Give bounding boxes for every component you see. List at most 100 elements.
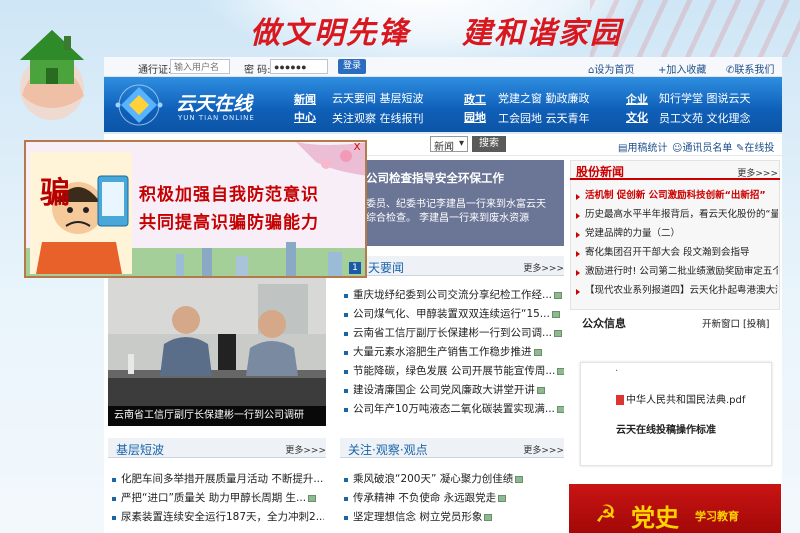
image-icon (551, 310, 560, 318)
list-item[interactable]: 寄化集团召开干部大会 段文瀚到会指导 (576, 243, 778, 262)
password-label: 密 码: (244, 65, 271, 76)
image-icon (484, 513, 493, 521)
list-item[interactable]: 活机制 促创新 公司激励科技创新“出新招” (576, 186, 778, 205)
list-item[interactable]: 节能降碳，绿色发展 公司开展节能宣传周... (344, 362, 564, 381)
image-icon (556, 405, 564, 413)
nav-politics-head-1[interactable]: 政工 (464, 91, 486, 107)
nav-culture-head-1[interactable]: 企业 (626, 91, 648, 107)
nav-news-head-1[interactable]: 新闻 (294, 91, 316, 107)
feature-text-1: 委员、纪委书记李建昌一行来到水富云天 (366, 199, 546, 210)
pdf-link[interactable]: 中华人民共和国民法典.pdf (616, 391, 745, 406)
list-item[interactable]: 激励进行时! 公司第二批业绩激励奖励审定五个新... (576, 262, 778, 281)
login-button[interactable]: 登录 (338, 59, 366, 74)
username-label: 通行证: (138, 65, 172, 76)
guanzhu-title[interactable]: 关注·观察·观点 (348, 441, 428, 458)
news-photo[interactable]: 云南省工信厅副厅长保建彬一行到公司调研 (108, 274, 326, 426)
public-info-new-window-link[interactable]: 开新窗口 [投稿] (702, 316, 769, 330)
correspondent-list-link[interactable]: ☺通讯员名单 (672, 139, 732, 154)
list-item[interactable]: 【现代农业系列报道四】云天化扑起粤港澳大湾区... (576, 281, 778, 300)
jiceng-title[interactable]: 基层短波 (116, 441, 164, 458)
guanzhu-more-link[interactable]: 更多>>> (523, 443, 564, 456)
list-item[interactable]: 严把“进口”质量关 助力甲醇长周期 生... (112, 489, 324, 508)
image-icon (308, 494, 317, 502)
nav-culture-row-1[interactable]: 知行学堂 图说云天 (659, 90, 751, 106)
list-item[interactable]: 党建品牌的力量（二） (576, 224, 778, 243)
manuscript-stats-link[interactable]: ▤用稿统计 (618, 139, 667, 154)
top-banner: 做文明先锋 建和谐家园 (0, 0, 800, 57)
gufen-title[interactable]: 股份新闻 (576, 163, 624, 180)
login-bar: 通行证: 密 码: 登录 ⌂设为首页 +加入收藏 ✆联系我们 (104, 57, 782, 77)
banner-slogan-right: 建和谐家园 (462, 16, 622, 51)
list-item[interactable]: 公司年产10万吨液态二氧化碳装置实现满... (344, 400, 564, 419)
list-item[interactable]: 化肥车间多举措开展质量月活动 不断提升... (112, 470, 324, 489)
list-item[interactable]: 重庆垅纾纪委到公司交流分享纪检工作经... (344, 286, 564, 305)
yaowen-list: 重庆垅纾纪委到公司交流分享纪检工作经... 公司煤气化、甲醇装置双双连续运行“1… (344, 286, 564, 419)
feature-box: 公司检查指导安全环保工作 委员、纪委书记李建昌一行来到水富云天 综合检查。 李建… (340, 160, 564, 246)
yaowen-title[interactable]: 天要闻 (368, 259, 404, 276)
add-favorite-link[interactable]: +加入收藏 (658, 61, 706, 76)
jiceng-header: 基层短波 更多>>> (108, 438, 326, 458)
guanzhu-list: 乘风破浪“200天” 凝心聚力创佳绩 传承精神 不负使命 永远跟党走 坚定理想信… (344, 470, 564, 527)
gufen-more-link[interactable]: 更多>>> (737, 166, 778, 179)
nav-culture-row-2[interactable]: 员工文苑 文化理念 (659, 110, 751, 126)
public-info-dot: · (615, 366, 619, 377)
party-history-big: 党史 (631, 503, 679, 532)
party-history-small: 学习教育 (695, 510, 739, 523)
submit-guide-link[interactable]: 云天在线投稿操作标准 (616, 421, 716, 436)
meeting-photo (108, 274, 326, 426)
anti-fraud-popup[interactable]: 骗 积极加强自我防范意识 共同提高识骗防骗能力 X 1 (24, 140, 367, 278)
pdf-icon (616, 395, 624, 405)
search-button[interactable]: 搜索 (472, 136, 506, 152)
yaowen-header: 天要闻 更多>>> (340, 256, 564, 276)
nav-news-row-1[interactable]: 云天要闻 基层短波 (332, 90, 424, 106)
party-history-banner[interactable]: ☭ 党史 学习教育 (569, 484, 781, 533)
gufen-header: 股份新闻 更多>>> (570, 160, 780, 180)
image-icon (498, 494, 507, 502)
popup-line-1: 积极加强自我防范意识 (139, 185, 319, 205)
list-item[interactable]: 尿素装置连续安全运行187天，全力冲刺2... (112, 508, 324, 527)
photo-caption[interactable]: 云南省工信厅副厅长保建彬一行到公司调研 (108, 406, 326, 426)
nav-news-head-2[interactable]: 中心 (294, 109, 316, 125)
yaowen-more-link[interactable]: 更多>>> (523, 261, 564, 274)
image-icon (515, 475, 524, 483)
image-icon (554, 329, 563, 337)
contact-us-link[interactable]: ✆联系我们 (726, 61, 774, 76)
username-input[interactable] (170, 59, 230, 74)
people-icon: ☺ (672, 143, 683, 154)
list-item[interactable]: 云南省工信厅副厅长保建彬一行到公司调... (344, 324, 564, 343)
site-logo-subtext: YUN TIAN ONLINE (178, 114, 255, 122)
list-item[interactable]: 传承精神 不负使命 永远跟党走 (344, 489, 564, 508)
logo-diamond-icon (115, 84, 163, 126)
popup-line-2: 共同提高识骗防骗能力 (139, 213, 319, 233)
search-category-select[interactable]: 新闻 ▾ (430, 136, 468, 153)
feature-title[interactable]: 公司检查指导安全环保工作 (366, 170, 504, 186)
fraud-sign: 骗 (40, 176, 70, 211)
nav-politics-head-2[interactable]: 园地 (464, 109, 486, 125)
nav-news-row-2[interactable]: 关注观察 在线报刊 (332, 110, 424, 126)
nav-culture-head-2[interactable]: 文化 (626, 109, 648, 125)
password-input[interactable] (270, 59, 328, 74)
nav-politics-row-1[interactable]: 党建之窗 勤政廉政 (498, 90, 590, 106)
feature-text-2: 综合检查。 李建昌一行来到废水资源 (366, 213, 530, 224)
list-item[interactable]: 大量元素水溶肥生产销售工作稳步推进 (344, 343, 564, 362)
image-icon (536, 386, 545, 394)
chevron-down-icon: ▾ (458, 138, 464, 149)
list-item[interactable]: 历史最高水平半年报背后，看云天化股份的“量”... (576, 205, 778, 224)
list-item[interactable]: 坚定理想信念 树立党员形象 (344, 508, 564, 527)
close-icon[interactable]: X (351, 143, 363, 154)
house-in-hands-icon (20, 30, 84, 120)
main-nav: 云天在线 YUN TIAN ONLINE 新闻 中心 云天要闻 基层短波 关注观… (104, 77, 782, 132)
public-info-title: 公众信息 (582, 317, 626, 330)
list-item[interactable]: 建设清廉国企 公司党风廉政大讲堂开讲 (344, 381, 564, 400)
list-item[interactable]: 公司煤气化、甲醇装置双双连续运行“15... (344, 305, 564, 324)
nav-politics-row-2[interactable]: 工会园地 云天青年 (498, 110, 590, 126)
image-icon (557, 367, 564, 375)
banner-slogan-left: 做文明先锋 (250, 16, 410, 51)
jiceng-more-link[interactable]: 更多>>> (285, 443, 326, 456)
public-info-box (580, 362, 772, 466)
site-logo-text[interactable]: 云天在线 (176, 89, 252, 116)
public-info-header: 公众信息 开新窗口 [投稿] (570, 310, 780, 332)
set-homepage-link[interactable]: ⌂设为首页 (588, 61, 634, 76)
popup-page-number[interactable]: 1 (349, 262, 361, 274)
list-item[interactable]: 乘风破浪“200天” 凝心聚力创佳绩 (344, 470, 564, 489)
